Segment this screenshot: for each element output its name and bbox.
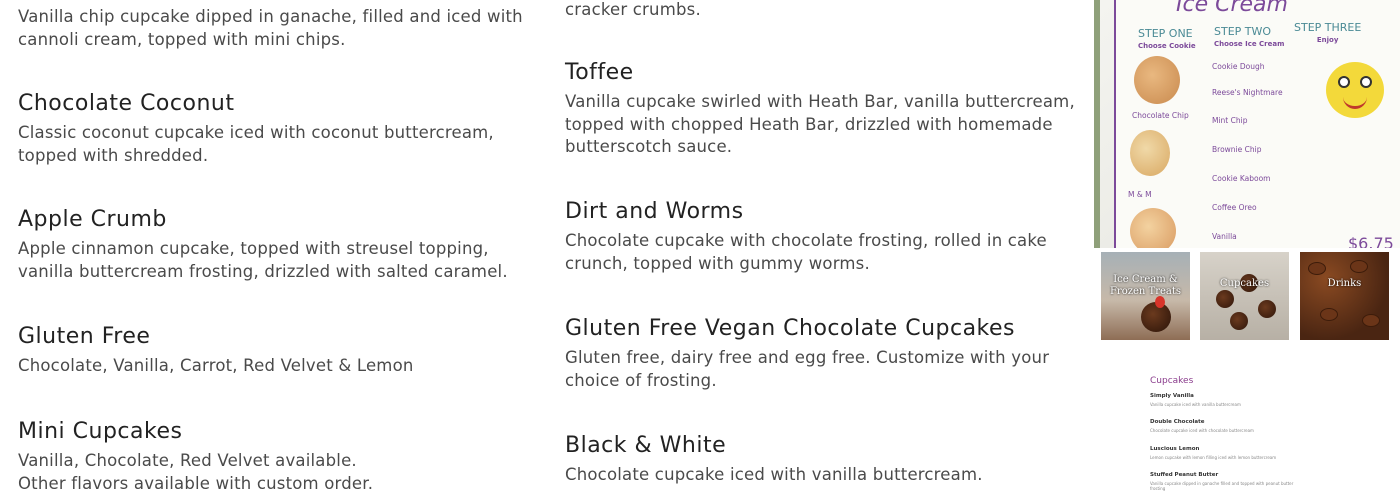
cupcake-menu-preview[interactable]: Cupcakes Simply Vanilla Vanilla cupcake … (1140, 360, 1330, 500)
menu-item-description: Apple cinnamon cupcake, topped with stre… (18, 239, 508, 281)
menu-item-title: Toffee (565, 60, 634, 85)
menu-item: Mini Cupcakes Vanilla, Chocolate, Red Ve… (18, 418, 528, 495)
menu-item: Dirt and Worms Chocolate cupcake with ch… (565, 198, 1075, 275)
step-sub: Choose Cookie (1138, 42, 1196, 50)
coffee-bean-icon (1350, 260, 1368, 273)
thumbnail-drinks[interactable]: Drinks (1300, 252, 1389, 340)
step-label: STEP THREE (1294, 21, 1362, 34)
price-label: $6.75 (1348, 234, 1394, 248)
step-sub: Choose Ice Cream (1214, 40, 1285, 48)
step-three: STEP THREE Enjoy (1294, 22, 1361, 46)
cupcake-image (1258, 300, 1276, 318)
step-one: STEP ONE Choose Cookie (1138, 28, 1196, 52)
menu-item: Vanilla chip cupcake dipped in ganache, … (18, 6, 528, 51)
menu-item-description: Chocolate cupcake iced with vanilla butt… (565, 465, 983, 484)
menu-item: Chocolate Coconut Classic coconut cupcak… (18, 90, 528, 167)
menu-item-description: Chocolate, Vanilla, Carrot, Red Velvet &… (18, 356, 414, 375)
menu-item: Toffee Vanilla cupcake swirled with Heat… (565, 59, 1075, 159)
menu-item: Gluten Free Vegan Chocolate Cupcakes Glu… (565, 315, 1075, 392)
step-label: STEP TWO (1214, 25, 1272, 38)
menu-item: Apple Crumb Apple cinnamon cupcake, topp… (18, 206, 528, 283)
mini-menu-item-name: Double Chocolate (1150, 419, 1205, 425)
cookie-icon (1134, 56, 1180, 104)
menu-board-panel: Ice Cream STEP ONE Choose Cookie STEP TW… (1114, 0, 1400, 248)
thumbnail-label: Ice Cream & Frozen Treats (1109, 274, 1182, 297)
eye-icon (1338, 76, 1350, 88)
step-sub: Enjoy (1316, 36, 1339, 44)
menu-item-title: Black & White (565, 433, 727, 458)
thumbnail-label: Cupcakes (1219, 278, 1270, 289)
menu-item-description: Chocolate cupcake with chocolate frostin… (565, 231, 1047, 273)
menu-item-title: Apple Crumb (18, 207, 167, 232)
cookie-icon (1130, 208, 1176, 248)
menu-item: Gluten Free Chocolate, Vanilla, Carrot, … (18, 323, 528, 378)
flavor-label: Reese's Nightmare (1212, 88, 1283, 97)
ice-cream-menu-board-image[interactable]: Ice Cream STEP ONE Choose Cookie STEP TW… (1094, 0, 1400, 248)
mini-menu-item-desc: Vanilla cupcake iced with vanilla butter… (1150, 402, 1241, 407)
mini-menu-item-name: Stuffed Peanut Butter (1150, 472, 1219, 478)
menu-item-title: Mini Cupcakes (18, 419, 183, 444)
smiley-face-icon (1326, 62, 1384, 118)
coffee-bean-icon (1320, 308, 1338, 321)
menu-item-description: Vanilla cupcake swirled with Heath Bar, … (565, 92, 1075, 156)
flavor-label: Cookie Kaboom (1212, 174, 1271, 183)
menu-item-description: Vanilla chip cupcake dipped in ganache, … (18, 7, 523, 49)
coffee-bean-icon (1362, 314, 1380, 327)
menu-item-description: Classic coconut cupcake iced with coconu… (18, 123, 494, 165)
menu-board-heading: Ice Cream (1176, 0, 1288, 17)
menu-item-title: Gluten Free (18, 324, 151, 349)
menu-item-description: cracker crumbs. (565, 0, 701, 19)
thumbnail-ice-cream[interactable]: Ice Cream & Frozen Treats (1101, 252, 1190, 340)
menu-item-description: Gluten free, dairy free and egg free. Cu… (565, 348, 1050, 390)
flavor-label: Mint Chip (1212, 116, 1248, 125)
step-label: STEP ONE (1138, 27, 1193, 40)
coffee-bean-icon (1308, 262, 1326, 275)
mini-menu-item-name: Simply Vanilla (1150, 393, 1194, 399)
menu-item: Black & White Chocolate cupcake iced wit… (565, 432, 1075, 487)
cookie-icon (1130, 130, 1170, 176)
mouth-icon (1343, 96, 1367, 109)
flavor-label: Brownie Chip (1212, 145, 1262, 154)
menu-item-title: Chocolate Coconut (18, 91, 235, 116)
cupcake-image (1216, 290, 1234, 308)
mini-menu-item-desc: Lemon cupcake with lemon filling iced wi… (1150, 455, 1277, 460)
thumbnail-cupcakes[interactable]: Cupcakes (1200, 252, 1289, 340)
cookie-label: Chocolate Chip (1132, 111, 1189, 120)
menu-item-description: Vanilla, Chocolate, Red Velvet available… (18, 451, 374, 493)
cookie-label: M & M (1128, 190, 1152, 199)
mini-menu-title: Cupcakes (1150, 376, 1194, 386)
flavor-label: Vanilla (1212, 232, 1237, 241)
mini-menu-item-desc: Vanilla cupcake dipped in ganache filled… (1150, 481, 1294, 491)
flavor-label: Coffee Oreo (1212, 203, 1257, 212)
mini-menu-item-desc: Chocolate cupcake iced with chocolate bu… (1150, 428, 1254, 433)
menu-item-title: Dirt and Worms (565, 199, 744, 224)
cupcake-image (1230, 312, 1248, 330)
step-two: STEP TWO Choose Ice Cream (1214, 26, 1284, 50)
menu-item-title: Gluten Free Vegan Chocolate Cupcakes (565, 316, 1016, 341)
thumbnail-label: Drinks (1327, 278, 1362, 289)
flavor-label: Cookie Dough (1212, 62, 1265, 71)
eye-icon (1360, 76, 1372, 88)
mini-menu-item-name: Luscious Lemon (1150, 446, 1200, 452)
menu-item: cracker crumbs. (565, 0, 1075, 22)
